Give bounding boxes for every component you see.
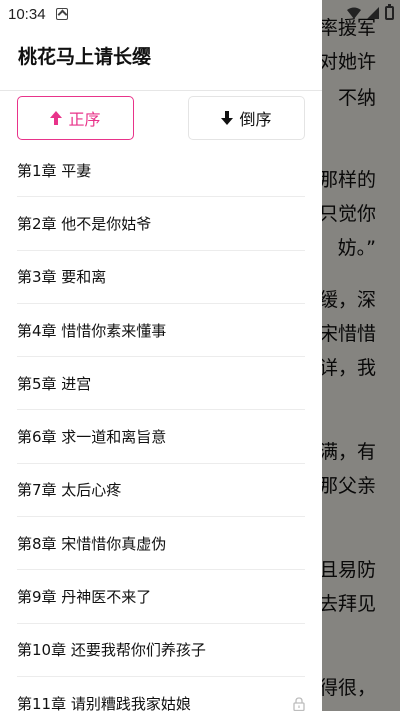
sort-toggle: 正序 倒序 [17,96,305,140]
chapter-item[interactable]: 第5章 进宫 [17,357,305,411]
sort-ascending-button[interactable]: 正序 [17,96,134,140]
divider [0,90,322,91]
chapter-item[interactable]: 第8章 宋惜惜你真虚伪 [17,517,305,571]
notification-a-icon [55,8,68,20]
chapter-item[interactable]: 第1章 平妻 [17,144,305,198]
chapter-item[interactable]: 第9章 丹神医不来了 [17,570,305,624]
status-bar: 10:34 [0,0,322,28]
chapter-list: 第1章 平妻 第2章 他不是你姑爷 第3章 要和离 第4章 惜惜你素来懂事 第5… [0,144,322,711]
chapter-item-locked[interactable]: 第11章 请别糟践我家姑娘 [17,677,305,711]
sort-descending-label: 倒序 [239,110,272,129]
chapter-label: 第4章 惜惜你素来懂事 [17,321,167,340]
sort-descending-button[interactable]: 倒序 [188,96,305,140]
chapter-label: 第1章 平妻 [17,161,92,180]
chapter-label: 第7章 太后心疼 [17,481,122,500]
chapter-item[interactable]: 第6章 求一道和离旨意 [17,410,305,464]
chapter-drawer: 10:34 桃花马上请长缨 正序 倒序 第1章 平妻 第2章 他不是你姑爷 第3… [0,0,322,711]
chapter-label: 第11章 请别糟践我家姑娘 [17,695,191,711]
chapter-item[interactable]: 第7章 太后心疼 [17,464,305,518]
chapter-item[interactable]: 第3章 要和离 [17,251,305,304]
lock-icon [293,696,305,711]
status-time: 10:34 [8,5,46,23]
book-title: 桃花马上请长缨 [18,46,152,68]
arrow-down-icon [221,111,234,125]
signal-icon [367,7,379,19]
wifi-icon [347,7,361,19]
chapter-item[interactable]: 第2章 他不是你姑爷 [17,197,305,251]
battery-icon [385,4,394,20]
chapter-label: 第2章 他不是你姑爷 [17,214,152,233]
sort-ascending-label: 正序 [68,110,101,129]
chapter-label: 第8章 宋惜惜你真虚伪 [17,534,167,553]
chapter-label: 第10章 还要我帮你们养孩子 [17,641,206,660]
chapter-label: 第6章 求一道和离旨意 [17,428,167,447]
arrow-up-icon [50,111,63,125]
status-bar-icons [347,4,394,20]
chapter-label: 第9章 丹神医不来了 [17,588,152,607]
chapter-label: 第3章 要和离 [17,268,107,287]
chapter-label: 第5章 进宫 [17,374,92,393]
chapter-item[interactable]: 第10章 还要我帮你们养孩子 [17,624,305,677]
chapter-item[interactable]: 第4章 惜惜你素来懂事 [17,304,305,358]
